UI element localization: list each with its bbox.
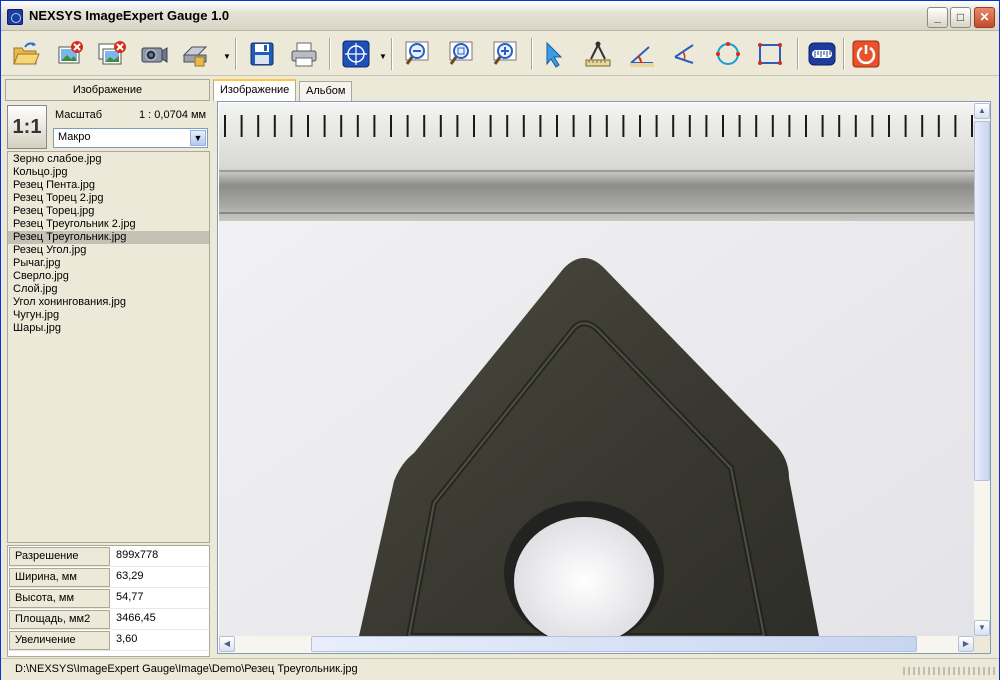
window-title: NEXSYS ImageExpert Gauge 1.0	[29, 8, 230, 23]
main-toolbar: ▼ ▼	[1, 32, 999, 76]
open-folder-icon[interactable]	[9, 37, 43, 71]
chevron-down-icon[interactable]: ▼	[190, 130, 206, 146]
zoom-out-icon[interactable]	[401, 37, 435, 71]
resize-grip-icon[interactable]	[903, 667, 995, 675]
horizontal-scrollbar[interactable]: ◀ ▶	[219, 636, 974, 653]
info-value: 3,60	[116, 633, 138, 645]
image-panel: Изображение 1:1 Масштаб 1 : 0,0704 мм Ма…	[5, 79, 210, 657]
mode-select-value: Макро	[58, 131, 91, 143]
zoom-in-icon[interactable]	[489, 37, 523, 71]
file-list-item[interactable]: Зерно слабое.jpg	[8, 153, 209, 166]
power-icon[interactable]	[849, 37, 883, 71]
image-info-table: Разрешение 899x778 Ширина, мм 63,29 Высота, …	[7, 545, 210, 657]
close-image-icon[interactable]	[53, 37, 87, 71]
status-bar: D:\NEXSYS\ImageExpert Gauge\Image\Demo\Р…	[1, 658, 999, 680]
scroll-corner	[974, 636, 990, 653]
toolbar-separator	[329, 38, 331, 70]
vertical-scroll-thumb[interactable]	[974, 121, 990, 481]
file-list-item[interactable]: Резец Торец 2.jpg	[8, 192, 209, 205]
print-icon[interactable]	[287, 37, 321, 71]
tab-image[interactable]: Изображение	[213, 79, 297, 101]
minimize-button[interactable]: _	[927, 7, 948, 28]
panel-header: Изображение	[5, 79, 210, 101]
file-list[interactable]: Зерно слабое.jpg Кольцо.jpg Резец Пента.jp…	[7, 151, 210, 543]
tab-album[interactable]: Альбом	[299, 81, 353, 101]
file-list-item[interactable]: Резец Пента.jpg	[8, 179, 209, 192]
mode-select[interactable]: Макро ▼	[53, 128, 208, 148]
toolbar-separator	[843, 38, 845, 70]
toolbar-separator	[235, 38, 237, 70]
toolbar-separator	[531, 38, 533, 70]
vertical-scrollbar[interactable]: ▲ ▼	[974, 103, 990, 636]
file-list-item[interactable]: Резец Треугольник.jpg	[8, 231, 209, 244]
scale-ruler-icon[interactable]	[805, 37, 839, 71]
file-list-item[interactable]: Резец Треугольник 2.jpg	[8, 218, 209, 231]
file-list-item[interactable]: Резец Угол.jpg	[8, 244, 209, 257]
file-list-item[interactable]: Сверло.jpg	[8, 270, 209, 283]
info-value: 899x778	[116, 549, 159, 561]
info-row: Разрешение 899x778	[8, 546, 209, 567]
info-key: Ширина, мм	[9, 568, 110, 587]
info-key: Площадь, мм2	[9, 610, 110, 629]
pointer-icon[interactable]	[539, 37, 573, 71]
file-list-item[interactable]: Кольцо.jpg	[8, 166, 209, 179]
file-list-item[interactable]: Слой.jpg	[8, 283, 209, 296]
measure-circle-icon[interactable]	[711, 37, 745, 71]
info-row: Ширина, мм 63,29	[8, 567, 209, 588]
info-key: Разрешение	[9, 547, 110, 566]
measure-rectangle-icon[interactable]	[753, 37, 787, 71]
info-value: 54,77	[116, 591, 144, 603]
file-list-item[interactable]: Рычаг.jpg	[8, 257, 209, 270]
measure-angle-icon[interactable]	[625, 37, 659, 71]
zoom-fit-icon[interactable]	[445, 37, 479, 71]
info-value: 3466,45	[116, 612, 156, 624]
scroll-right-icon[interactable]: ▶	[958, 636, 974, 652]
scale-value: 1 : 0,0704 мм	[139, 109, 207, 121]
scanner-icon[interactable]	[179, 37, 213, 71]
scale-label: Масштаб	[55, 109, 103, 121]
measure-distance-icon[interactable]	[581, 37, 615, 71]
image-viewer[interactable]: ▲ ▼ ◀ ▶	[217, 101, 991, 654]
scroll-up-icon[interactable]: ▲	[974, 103, 990, 119]
scroll-left-icon[interactable]: ◀	[219, 636, 235, 652]
toolbar-separator	[391, 38, 393, 70]
crosshair-icon[interactable]	[339, 37, 373, 71]
measure-angle-lines-icon[interactable]	[667, 37, 701, 71]
info-key: Высота, мм	[9, 589, 110, 608]
horizontal-scroll-thumb[interactable]	[311, 636, 917, 652]
file-list-item[interactable]: Угол хонингования.jpg	[8, 296, 209, 309]
info-row: Высота, мм 54,77	[8, 588, 209, 609]
file-list-item[interactable]: Чугун.jpg	[8, 309, 209, 322]
image-canvas[interactable]	[219, 103, 974, 636]
info-key: Увеличение	[9, 631, 110, 650]
scroll-down-icon[interactable]: ▼	[974, 620, 990, 636]
close-all-images-icon[interactable]	[95, 37, 129, 71]
actual-size-button[interactable]: 1:1	[7, 105, 47, 149]
file-list-item[interactable]: Шары.jpg	[8, 322, 209, 335]
image-photo	[219, 103, 974, 636]
info-value: 63,29	[116, 570, 144, 582]
close-window-button[interactable]: ✕	[974, 7, 995, 28]
title-bar[interactable]: NEXSYS ImageExpert Gauge 1.0 _ □ ✕	[1, 1, 999, 31]
scale-box: 1:1 Масштаб 1 : 0,0704 мм Макро ▼	[5, 103, 210, 151]
file-list-item[interactable]: Резец Торец.jpg	[8, 205, 209, 218]
app-logo-icon	[7, 9, 23, 25]
status-file-path: D:\NEXSYS\ImageExpert Gauge\Image\Demo\Р…	[15, 663, 358, 675]
scanner-dropdown-icon[interactable]: ▼	[223, 52, 231, 61]
info-row: Площадь, мм2 3466,45	[8, 609, 209, 630]
crosshair-dropdown-icon[interactable]: ▼	[379, 52, 387, 61]
camera-icon[interactable]	[137, 37, 171, 71]
save-icon[interactable]	[245, 37, 279, 71]
info-row: Увеличение 3,60	[8, 630, 209, 651]
app-window: NEXSYS ImageExpert Gauge 1.0 _ □ ✕ ▼ ▼ И…	[0, 0, 1000, 680]
tab-bar: Изображение Альбом	[213, 79, 997, 101]
toolbar-separator	[797, 38, 799, 70]
maximize-button[interactable]: □	[950, 7, 971, 28]
